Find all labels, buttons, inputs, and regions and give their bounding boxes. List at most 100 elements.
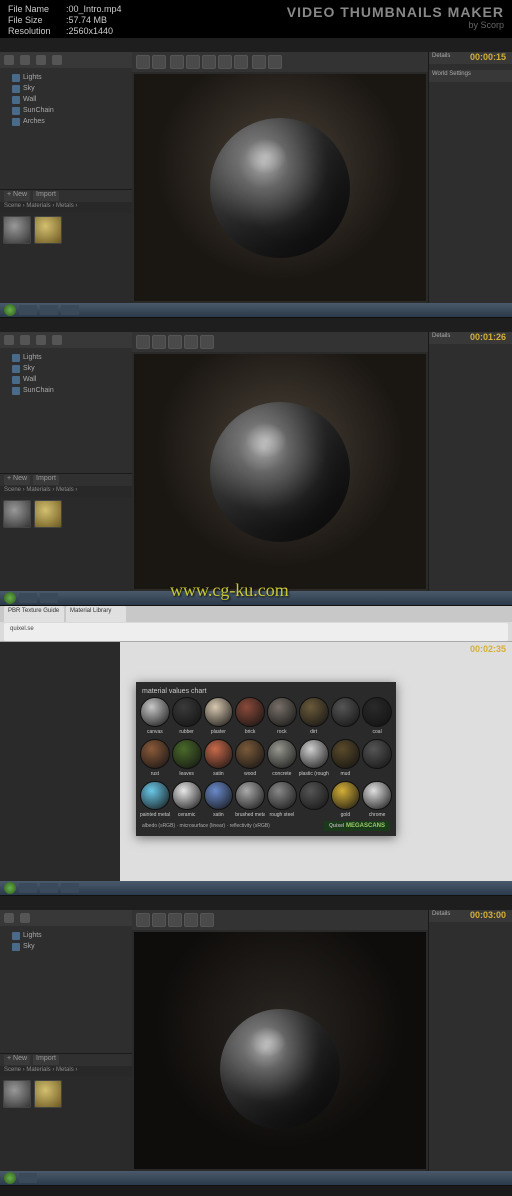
- build-button[interactable]: [184, 335, 198, 349]
- place-mode-icon[interactable]: [4, 335, 14, 345]
- place-mode-icon[interactable]: [4, 55, 14, 65]
- viewport[interactable]: [134, 932, 426, 1169]
- taskbar-item[interactable]: [61, 883, 79, 893]
- tree-item[interactable]: Arches: [4, 116, 128, 127]
- breadcrumb[interactable]: Scene › Materials › Metals ›: [0, 1066, 132, 1077]
- material-label: rubber: [172, 729, 202, 735]
- new-button[interactable]: + New: [4, 191, 30, 201]
- landscape-mode-icon[interactable]: [36, 335, 46, 345]
- breadcrumb[interactable]: Scene › Materials › Metals ›: [0, 486, 132, 497]
- material-swatch-satin: satin: [204, 739, 234, 769]
- tree-item[interactable]: SunChain: [4, 385, 128, 396]
- save-button[interactable]: [136, 913, 150, 927]
- material-thumb-steel[interactable]: [3, 1080, 31, 1108]
- paint-mode-icon[interactable]: [20, 335, 30, 345]
- address-bar[interactable]: quixel.se: [4, 623, 508, 641]
- tree-item[interactable]: SunChain: [4, 105, 128, 116]
- actor-icon: [12, 107, 20, 115]
- tree-item[interactable]: Sky: [4, 941, 128, 952]
- browser-tab[interactable]: PBR Texture Guide: [4, 606, 64, 622]
- import-button[interactable]: Import: [33, 191, 59, 201]
- start-button[interactable]: [4, 882, 16, 894]
- scene-outliner[interactable]: Lights Sky: [0, 926, 132, 956]
- content-button[interactable]: [170, 55, 184, 69]
- build-button[interactable]: [234, 55, 248, 69]
- tree-item[interactable]: Lights: [4, 930, 128, 941]
- material-thumb-gold[interactable]: [34, 1080, 62, 1108]
- viewport[interactable]: [134, 74, 426, 301]
- viewport[interactable]: [134, 354, 426, 589]
- content-browser[interactable]: + New Import Scene › Materials › Metals …: [0, 190, 132, 303]
- material-label: brushed metal: [235, 812, 265, 818]
- browser-tab[interactable]: Material Library: [66, 606, 126, 622]
- landscape-mode-icon[interactable]: [36, 55, 46, 65]
- tree-item[interactable]: Sky: [4, 83, 128, 94]
- taskbar-item[interactable]: [19, 1173, 37, 1183]
- import-button[interactable]: Import: [33, 475, 59, 485]
- launch-button[interactable]: [268, 55, 282, 69]
- taskbar-item[interactable]: [40, 305, 58, 315]
- tree-item[interactable]: Sky: [4, 363, 128, 374]
- material-swatch-rock: rock: [267, 697, 297, 727]
- play-button[interactable]: [252, 55, 266, 69]
- modes-bar[interactable]: [0, 52, 132, 68]
- start-button[interactable]: [4, 592, 16, 604]
- paint-mode-icon[interactable]: [20, 55, 30, 65]
- material-thumb-gold[interactable]: [34, 216, 62, 244]
- settings-button[interactable]: [168, 913, 182, 927]
- modes-bar[interactable]: [0, 332, 132, 348]
- source-control-button[interactable]: [152, 55, 166, 69]
- taskbar-item[interactable]: [19, 593, 37, 603]
- content-button[interactable]: [152, 335, 166, 349]
- taskbar-item[interactable]: [61, 305, 79, 315]
- content-browser[interactable]: + New Import Scene › Materials › Metals …: [0, 1054, 132, 1171]
- blueprints-button[interactable]: [218, 55, 232, 69]
- page-content[interactable]: material values chart canvasrubberplaste…: [120, 642, 512, 881]
- world-settings-header[interactable]: World Settings: [429, 70, 512, 82]
- start-button[interactable]: [4, 1172, 16, 1184]
- material-thumb-steel[interactable]: [3, 216, 31, 244]
- material-label: leaves: [172, 771, 202, 777]
- scene-outliner[interactable]: Lights Sky Wall SunChain: [0, 348, 132, 400]
- taskbar-item[interactable]: [19, 305, 37, 315]
- tree-item[interactable]: Lights: [4, 352, 128, 363]
- marketplace-button[interactable]: [186, 55, 200, 69]
- settings-button[interactable]: [168, 335, 182, 349]
- import-button[interactable]: Import: [33, 1055, 59, 1065]
- content-browser[interactable]: + New Import Scene › Materials › Metals …: [0, 474, 132, 591]
- save-button[interactable]: [136, 335, 150, 349]
- scene-outliner[interactable]: Lights Sky Wall SunChain Arches: [0, 68, 132, 131]
- tree-item[interactable]: Wall: [4, 374, 128, 385]
- start-button[interactable]: [4, 304, 16, 316]
- play-button[interactable]: [200, 335, 214, 349]
- taskbar-item[interactable]: [40, 883, 58, 893]
- breadcrumb[interactable]: Scene › Materials › Metals ›: [0, 202, 132, 213]
- windows-taskbar[interactable]: [0, 303, 512, 317]
- taskbar-item[interactable]: [40, 593, 58, 603]
- windows-taskbar[interactable]: [0, 881, 512, 895]
- settings-button[interactable]: [202, 55, 216, 69]
- file-meta: File Name: 00_Intro.mp4 File Size: 57.74…: [8, 4, 122, 34]
- tree-label: Sky: [23, 363, 35, 374]
- material-thumb-steel[interactable]: [3, 500, 31, 528]
- material-label: rough steel: [267, 812, 297, 818]
- foliage-mode-icon[interactable]: [52, 55, 62, 65]
- modes-bar[interactable]: [0, 910, 132, 926]
- foliage-mode-icon[interactable]: [52, 335, 62, 345]
- material-label: concrete: [267, 771, 297, 777]
- tree-item[interactable]: Lights: [4, 72, 128, 83]
- content-button[interactable]: [152, 913, 166, 927]
- new-button[interactable]: + New: [4, 475, 30, 485]
- windows-taskbar[interactable]: [0, 1171, 512, 1185]
- material-thumb-gold[interactable]: [34, 500, 62, 528]
- build-button[interactable]: [184, 913, 198, 927]
- play-button[interactable]: [200, 913, 214, 927]
- paint-mode-icon[interactable]: [20, 913, 30, 923]
- new-button[interactable]: + New: [4, 1055, 30, 1065]
- taskbar-item[interactable]: [19, 883, 37, 893]
- material-label: ceramic: [172, 812, 202, 818]
- place-mode-icon[interactable]: [4, 913, 14, 923]
- right-panel: Details World Settings: [428, 52, 512, 303]
- tree-item[interactable]: Wall: [4, 94, 128, 105]
- save-button[interactable]: [136, 55, 150, 69]
